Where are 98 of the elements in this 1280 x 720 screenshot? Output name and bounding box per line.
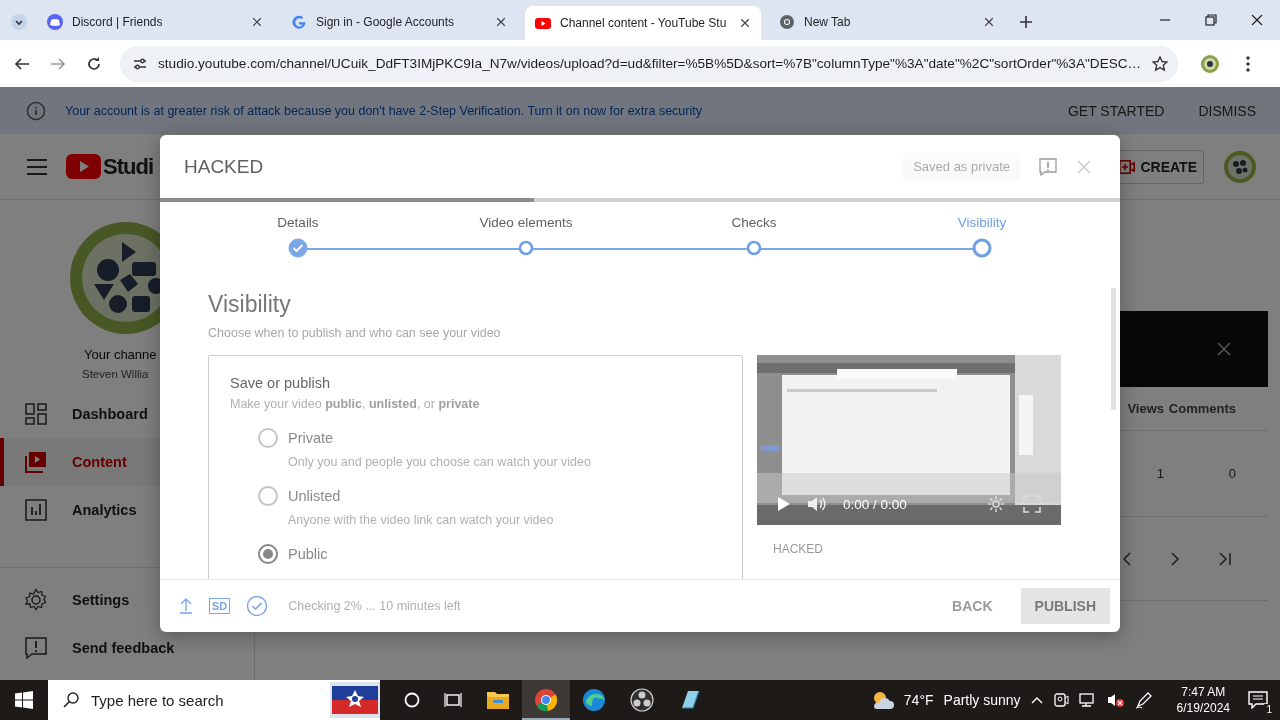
site-icon xyxy=(47,14,63,30)
radio-button[interactable] xyxy=(258,486,278,506)
upload-status: Checking 2% ... 10 minutes left xyxy=(288,599,461,613)
menu-dots-icon[interactable] xyxy=(1246,55,1250,72)
browser-icon[interactable] xyxy=(522,680,570,720)
bar-chart-icon xyxy=(24,498,48,522)
banner-button[interactable]: GET STARTED xyxy=(1057,96,1175,125)
option-label: Public xyxy=(288,546,328,562)
avatar-icon[interactable] xyxy=(1224,150,1256,183)
forward-icon[interactable] xyxy=(50,55,66,72)
extension-icon[interactable] xyxy=(1200,53,1220,74)
settings-icon[interactable] xyxy=(987,495,1005,513)
weather-temperature[interactable]: 74°F xyxy=(903,692,934,708)
dialog-title: HACKED xyxy=(184,155,264,178)
browser-tab[interactable]: Channel content - YouTube Stu xyxy=(525,6,761,40)
close-icon[interactable] xyxy=(1251,14,1263,26)
chevron-up-icon[interactable] xyxy=(1030,696,1043,704)
feedback-icon xyxy=(24,636,48,660)
volume-icon[interactable] xyxy=(807,496,827,512)
nav-item[interactable]: Analytics xyxy=(0,486,254,534)
channel-name: Steven Willia xyxy=(82,368,150,380)
column-header[interactable]: Views xyxy=(1118,401,1164,416)
weather-condition[interactable]: Partly sunny xyxy=(943,692,1021,708)
muted-speaker-icon[interactable] xyxy=(1106,692,1125,708)
fullscreen-icon[interactable] xyxy=(1023,495,1041,513)
windows-start-icon[interactable] xyxy=(15,691,33,709)
url-text: studio.youtube.com/channel/UCuik_DdFT3IMjPKC9Ia_N7w/videos/upload?d=ud&filter=%5B%5D&sort=%7B"columnType"%3A"date"%2C"sortOrder"%3A"DESC… xyxy=(158,56,1142,71)
video-icon xyxy=(24,450,48,474)
save-status: Saved as private xyxy=(903,153,1020,180)
video-time: 0:00 / 0:00 xyxy=(843,496,907,512)
close-icon[interactable] xyxy=(739,17,751,29)
banner-button[interactable]: DISMISS xyxy=(1188,96,1266,125)
next-page-icon[interactable] xyxy=(1170,551,1180,566)
search-field[interactable]: Type here to search xyxy=(48,680,380,720)
clock-date[interactable]: 6/19/2024 xyxy=(1176,700,1230,716)
menu-icon[interactable] xyxy=(26,158,48,175)
network-icon[interactable] xyxy=(1078,692,1097,708)
option-description: Anyone with the video link can watch your video xyxy=(288,513,555,527)
play-icon[interactable] xyxy=(777,496,791,512)
nav-item[interactable]: Send feedback xyxy=(0,624,254,672)
step-label[interactable]: Video elements xyxy=(479,215,573,230)
site-icon xyxy=(291,14,307,30)
video-player[interactable]: 0:00 / 0:00 xyxy=(757,355,1061,525)
option-label: Private xyxy=(288,430,334,446)
back-icon[interactable] xyxy=(14,55,30,72)
banner-message: Your account is at greater risk of attack because you don't have 2-Step Verification. Turn it on now for extra security xyxy=(65,103,702,118)
video-plus-icon xyxy=(1119,159,1136,174)
notification-count: 1 xyxy=(1264,704,1274,715)
step-label[interactable]: Details xyxy=(277,215,319,230)
site-icon xyxy=(535,15,551,31)
step-icon[interactable] xyxy=(516,238,536,258)
upload-icon xyxy=(179,598,193,614)
pen-icon[interactable] xyxy=(1134,691,1153,709)
bookmark-star-icon[interactable] xyxy=(1152,55,1168,72)
table-cell-text: 1 xyxy=(1155,466,1164,481)
reload-icon[interactable] xyxy=(86,55,102,72)
browser-tab[interactable]: Discord | Friends xyxy=(37,6,273,38)
table-cell-text: 0 xyxy=(1227,466,1237,481)
search-icon xyxy=(63,692,79,708)
option-label: Unlisted xyxy=(288,488,341,504)
settings-icon xyxy=(24,588,48,612)
section-description: Choose when to publish and who can see your video xyxy=(208,326,502,340)
scrollbar[interactable] xyxy=(1111,288,1116,410)
clock-time[interactable]: 7:47 AM xyxy=(1181,684,1226,700)
notification-icon[interactable] xyxy=(1248,691,1268,709)
info-icon xyxy=(26,100,46,121)
close-icon[interactable] xyxy=(495,16,507,28)
previous-page-icon[interactable] xyxy=(1122,551,1132,566)
channel-title: Your channe xyxy=(84,347,158,362)
site-icon xyxy=(779,14,795,30)
card-hint: Make your video public, unlisted, or private xyxy=(230,397,481,411)
browser-tab[interactable]: New Tab xyxy=(769,6,1005,38)
step-label[interactable]: Checks xyxy=(731,215,777,230)
tab-search-icon[interactable] xyxy=(11,14,27,30)
radio-button[interactable] xyxy=(258,428,278,448)
close-icon[interactable] xyxy=(251,16,263,28)
browser-tab[interactable]: Sign in - Google Accounts xyxy=(281,6,517,38)
radio-button[interactable] xyxy=(258,544,278,564)
step-label[interactable]: Visibility xyxy=(957,215,1007,230)
camera-icon[interactable] xyxy=(1052,692,1069,708)
address-bar[interactable]: studio.youtube.com/channel/UCuik_DdFT3IMjPKC9Ia_N7w/videos/upload?d=ud&filter=%5B%5D&sort=%7B"columnType"%3A"date"%2C"sortOrder"%3A"DESC… xyxy=(120,45,1178,82)
search-input[interactable]: Type here to search xyxy=(87,691,322,709)
step-icon[interactable] xyxy=(744,238,764,258)
dashboard-icon xyxy=(24,402,48,426)
close-icon[interactable] xyxy=(983,16,995,28)
video-title: HACKED xyxy=(773,542,824,556)
new-tab-icon[interactable] xyxy=(1019,15,1033,29)
restore-icon[interactable] xyxy=(1205,14,1217,26)
step-current-icon[interactable] xyxy=(972,238,992,258)
check-circle-icon xyxy=(246,595,269,617)
card-title: Save or publish xyxy=(230,375,331,391)
column-header[interactable]: Comments xyxy=(1164,401,1258,416)
last-page-icon[interactable] xyxy=(1218,551,1232,566)
section-heading: Visibility xyxy=(208,291,292,318)
option-description: Only you and people you choose can watch your video xyxy=(288,455,592,469)
logo-text: Studi xyxy=(103,153,153,180)
play-logo-icon xyxy=(66,154,101,179)
quality-badge: SD xyxy=(209,598,231,614)
